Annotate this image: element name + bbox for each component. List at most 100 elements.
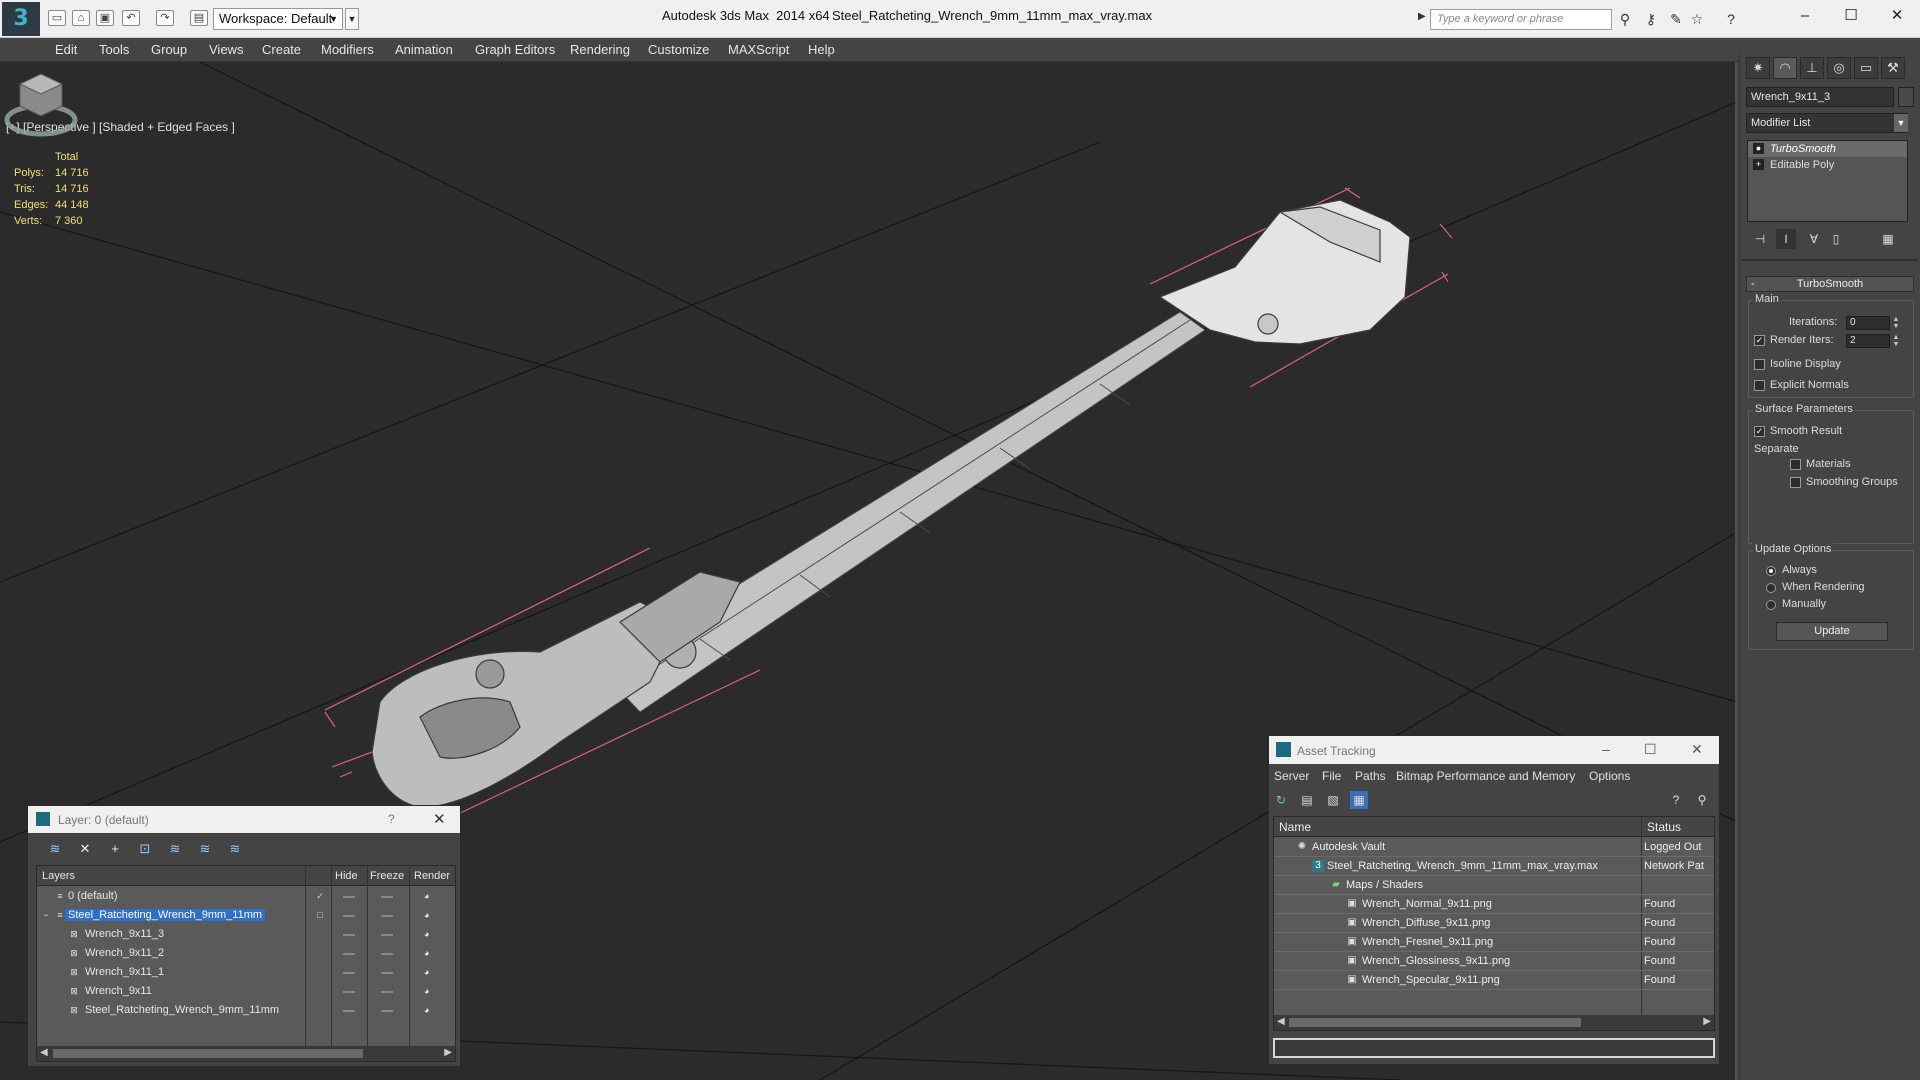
pin-icon[interactable]: ⚲ [1693, 791, 1711, 809]
layer-row[interactable]: ≡ 0 (default) ✓ ◕ [37, 887, 455, 906]
stack-item-turbosmooth[interactable]: ● TurboSmooth [1748, 141, 1907, 157]
binoculars-icon[interactable]: ⚲ [1616, 10, 1634, 28]
menu-file[interactable]: File [1322, 769, 1341, 783]
layer-row[interactable]: − ≡ Steel_Ratcheting_Wrench_9mm_11mm □ ◕ [37, 906, 455, 925]
menu-graph-editors[interactable]: Graph Editors [475, 42, 555, 57]
asset-row[interactable]: ▣ Wrench_Glossiness_9x11.png Found [1274, 952, 1714, 971]
viewcube-icon[interactable] [0, 62, 82, 144]
layer-row[interactable]: ⊠ Steel_Ratcheting_Wrench_9mm_11mm ◕ [37, 1001, 455, 1020]
menu-animation[interactable]: Animation [395, 42, 453, 57]
select-objects-icon[interactable]: ⊡ [136, 840, 154, 858]
table-view-icon[interactable]: ▦ [1350, 791, 1368, 809]
menu-server[interactable]: Server [1274, 769, 1309, 783]
hide-toggle[interactable] [343, 991, 355, 993]
scroll-left-icon[interactable]: ◀ [1277, 1016, 1285, 1027]
layer-row[interactable]: ⊠ Wrench_9x11 ◕ [37, 982, 455, 1001]
thumbnail-view-icon[interactable]: ▧ [1324, 791, 1342, 809]
scroll-right-icon[interactable]: ▶ [444, 1047, 452, 1058]
col-status[interactable]: Status [1647, 820, 1681, 834]
manually-radio[interactable] [1766, 600, 1776, 610]
utilities-tab-icon[interactable]: ⚒ [1881, 57, 1905, 79]
layer-row[interactable]: ⊠ Wrench_9x11_3 ◕ [37, 925, 455, 944]
layer-window-titlebar[interactable]: Layer: 0 (default) ? ✕ [28, 806, 460, 833]
motion-tab-icon[interactable]: ◎ [1827, 57, 1851, 79]
render-iters-spinner[interactable]: 2 [1846, 334, 1890, 348]
maximize-icon[interactable]: ☐ [1644, 741, 1657, 758]
asset-row[interactable]: ▣ Wrench_Fresnel_9x11.png Found [1274, 933, 1714, 952]
redo-icon[interactable]: ↷ [156, 10, 174, 26]
minimize-icon[interactable]: – [1602, 741, 1610, 757]
explicit-normals-checkbox[interactable] [1754, 380, 1765, 391]
modifier-stack[interactable]: ● TurboSmooth + Editable Poly [1747, 140, 1908, 222]
update-button[interactable]: Update [1776, 622, 1888, 641]
horizontal-scrollbar[interactable]: ◀ ▶ [1274, 1015, 1714, 1030]
freeze-toggle[interactable] [381, 915, 393, 917]
close-icon[interactable]: ✕ [433, 810, 446, 828]
minimize-button[interactable]: – [1782, 4, 1828, 28]
hide-toggle[interactable] [343, 915, 355, 917]
menu-customize[interactable]: Customize [648, 42, 709, 57]
app-menu-button[interactable]: 3 [2, 2, 40, 36]
close-icon[interactable]: ✕ [1691, 741, 1703, 758]
workspace-dropdown[interactable]: Workspace: Default ▼ [213, 8, 343, 30]
iterations-spinner[interactable]: 0 [1846, 316, 1890, 330]
new-file-icon[interactable]: ▭ [48, 10, 66, 26]
hide-toggle[interactable] [343, 934, 355, 936]
menu-create[interactable]: Create [262, 42, 301, 57]
add-selection-icon[interactable]: + [106, 840, 124, 858]
project-folder-icon[interactable]: ▤ [190, 10, 208, 26]
menu-tools[interactable]: Tools [99, 42, 129, 57]
layer-table[interactable]: Layers Hide Freeze Render ≡ 0 (default) … [36, 865, 456, 1062]
scroll-right-icon[interactable]: ▶ [1703, 1016, 1711, 1027]
open-file-icon[interactable]: ⌂ [72, 10, 90, 26]
remove-modifier-icon[interactable]: ▯ [1826, 229, 1846, 249]
when-rendering-radio[interactable] [1766, 583, 1776, 593]
active-layer-check-icon[interactable]: ✓ [315, 891, 325, 901]
layer-row[interactable]: ⊠ Wrench_9x11_2 ◕ [37, 944, 455, 963]
help-icon[interactable]: ? [1722, 10, 1740, 28]
asset-window-titlebar[interactable]: Asset Tracking – ☐ ✕ [1269, 736, 1719, 764]
render-teapot-icon[interactable]: ◕ [424, 986, 434, 996]
horizontal-scrollbar[interactable]: ◀ ▶ [37, 1046, 455, 1061]
isoline-display-checkbox[interactable] [1754, 359, 1765, 370]
asset-row[interactable]: ▰ Maps / Shaders [1274, 876, 1714, 895]
menu-maxscript[interactable]: MAXScript [728, 42, 789, 57]
menu-bitmap-performance[interactable]: Bitmap Performance and Memory [1396, 769, 1575, 783]
stack-item-editable-poly[interactable]: + Editable Poly [1748, 157, 1907, 173]
render-teapot-icon[interactable]: ◕ [424, 967, 434, 977]
create-tab-icon[interactable]: ✷ [1746, 57, 1770, 79]
search-expand-icon[interactable]: ▶ [1418, 11, 1426, 22]
object-name-field[interactable]: Wrench_9x11_3 [1746, 87, 1894, 107]
maximize-button[interactable]: ☐ [1828, 4, 1874, 28]
hierarchy-tab-icon[interactable]: ⊥ [1800, 57, 1824, 79]
expand-plus-icon[interactable]: + [1753, 159, 1764, 170]
asset-row[interactable]: ▣ Wrench_Specular_9x11.png Found [1274, 971, 1714, 990]
hide-all-icon[interactable]: ≋ [196, 840, 214, 858]
menu-edit[interactable]: Edit [55, 42, 77, 57]
lightbulb-icon[interactable]: ● [1753, 143, 1764, 154]
asset-path-field[interactable] [1273, 1038, 1715, 1058]
col-freeze[interactable]: Freeze [370, 870, 404, 882]
hide-toggle[interactable] [343, 1010, 355, 1012]
asset-table[interactable]: Name Status ✺ Autodesk Vault Logged Out … [1273, 816, 1715, 1031]
search-input[interactable]: Type a keyword or phrase [1430, 9, 1612, 30]
freeze-toggle[interactable] [381, 953, 393, 955]
spinner-arrows-icon[interactable]: ▲ ▼ [1892, 334, 1900, 348]
communication-icon[interactable]: ✎ [1667, 10, 1685, 28]
highlight-layer-icon[interactable]: ≋ [166, 840, 184, 858]
smoothing-groups-checkbox[interactable] [1790, 477, 1801, 488]
turbosmooth-rollout-header[interactable]: - TurboSmooth [1746, 276, 1914, 292]
hide-toggle[interactable] [343, 953, 355, 955]
menu-views[interactable]: Views [209, 42, 243, 57]
menu-paths[interactable]: Paths [1355, 769, 1386, 783]
asset-row[interactable]: ✺ Autodesk Vault Logged Out [1274, 838, 1714, 857]
hide-toggle[interactable] [343, 972, 355, 974]
freeze-toggle[interactable] [381, 972, 393, 974]
freeze-toggle[interactable] [381, 896, 393, 898]
make-unique-icon[interactable]: ∀ [1804, 229, 1824, 249]
materials-checkbox[interactable] [1790, 459, 1801, 470]
always-radio[interactable] [1766, 566, 1776, 576]
help-icon[interactable]: ? [1667, 791, 1685, 809]
spinner-arrows-icon[interactable]: ▲ ▼ [1892, 316, 1900, 330]
render-teapot-icon[interactable]: ◕ [424, 910, 434, 920]
